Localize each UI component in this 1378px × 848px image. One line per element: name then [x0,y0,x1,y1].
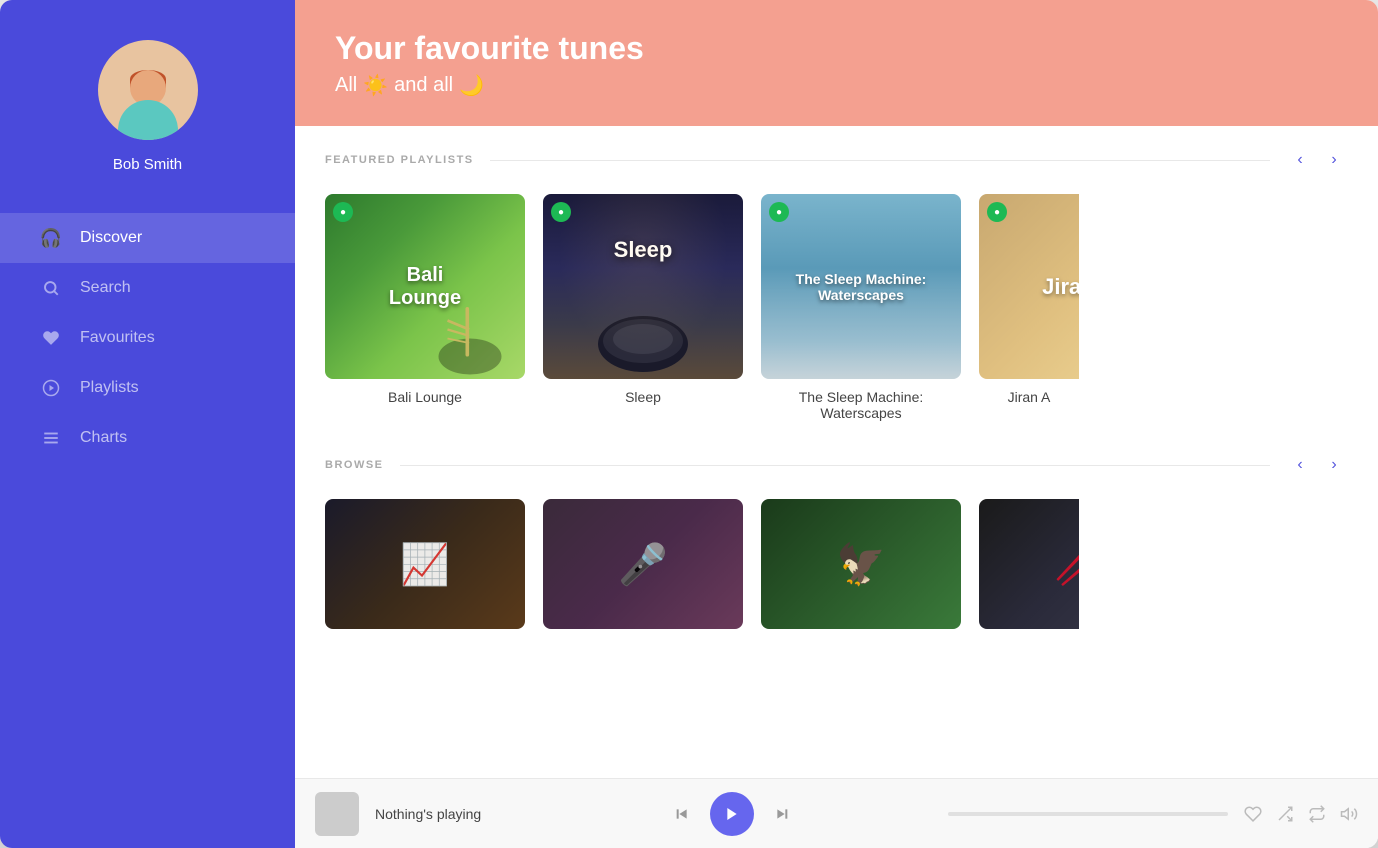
player-controls [531,792,932,836]
browse-prev-button[interactable]: ‹ [1286,451,1314,479]
featured-divider [490,160,1270,161]
avatar [98,40,198,140]
card-image-trending: 📈 [325,499,525,629]
play-circle-icon [40,377,62,399]
volume-button[interactable] [1340,805,1358,823]
player-bar: Nothing's playing [295,778,1378,848]
card-title-sleep: Sleep [543,389,743,405]
card-nature[interactable]: 🦅 [761,499,961,639]
like-button[interactable] [1244,805,1262,823]
spotify-badge-sleep: ● [551,202,571,222]
avatar-body [118,100,178,140]
featured-next-button[interactable]: › [1320,146,1348,174]
card-image-sleep: ● Sleep [543,194,743,379]
sidebar-item-playlists[interactable]: Playlists [0,363,295,413]
spotify-badge-bali: ● [333,202,353,222]
repeat-button[interactable] [1308,805,1326,823]
featured-playlists-section: FEATURED PLAYLISTS ‹ › ● [325,146,1348,421]
scroll-area[interactable]: FEATURED PLAYLISTS ‹ › ● [295,126,1378,778]
prev-track-button[interactable] [668,800,696,828]
sidebar-item-search[interactable]: Search [0,263,295,313]
card-image-jiran: ● Jiran A [979,194,1079,379]
card-image-waterscapes: ● The Sleep Machine:Waterscapes [761,194,961,379]
player-track-label: Nothing's playing [375,806,515,822]
play-pause-button[interactable] [710,792,754,836]
spotify-badge-jiran: ● [987,202,1007,222]
card-image-nature: 🦅 [761,499,961,629]
banner-title: Your favourite tunes [335,30,1338,67]
shuffle-button[interactable] [1276,805,1294,823]
featured-cards-row: ● Bali Lounge B [325,194,1348,421]
featured-nav-arrows: ‹ › [1286,146,1348,174]
subtitle-mid: and all [394,74,453,97]
browse-section: BROWSE ‹ › 📈 [325,451,1348,639]
banner-subtitle: All ☀️ and all 🌙 [335,73,1338,98]
search-icon [40,277,62,299]
card-image-pop: 🎤 [543,499,743,629]
card-waterscapes[interactable]: ● The Sleep Machine:Waterscapes The Slee… [761,194,961,421]
sidebar-label-playlists: Playlists [80,379,139,397]
browse-section-title: BROWSE [325,459,384,471]
card-trending[interactable]: 📈 [325,499,525,639]
card-title-waterscapes: The Sleep Machine: Waterscapes [761,389,961,421]
card-title-jiran: Jiran A [979,389,1079,405]
moon-icon: 🌙 [459,73,484,98]
card-image-bali-lounge: ● Bali Lounge [325,194,525,379]
trending-icon: 📈 [400,541,450,588]
browse-section-header: BROWSE ‹ › [325,451,1348,479]
sidebar-item-discover[interactable]: 🎧 Discover [0,213,295,263]
card-image-ambient: 🥢 [979,499,1079,629]
headphones-icon: 🎧 [40,227,62,249]
sun-icon: ☀️ [363,73,388,98]
nav-menu: 🎧 Discover Search Favourites [0,213,295,463]
user-name: Bob Smith [113,156,182,173]
progress-bar[interactable] [948,812,1228,816]
featured-prev-button[interactable]: ‹ [1286,146,1314,174]
sidebar-item-favourites[interactable]: Favourites [0,313,295,363]
subtitle-pre: All [335,74,357,97]
sidebar-label-charts: Charts [80,429,127,447]
sidebar-item-charts[interactable]: Charts [0,413,295,463]
next-track-button[interactable] [768,800,796,828]
browse-title-row: BROWSE [325,459,1270,471]
sidebar: Bob Smith 🎧 Discover Search [0,0,295,848]
featured-section-header: FEATURED PLAYLISTS ‹ › [325,146,1348,174]
sidebar-label-discover: Discover [80,229,142,247]
card-title-bali-lounge: Bali Lounge [325,389,525,405]
card-jiran[interactable]: ● Jiran A Jiran A [979,194,1079,421]
card-bali-lounge[interactable]: ● Bali Lounge B [325,194,525,421]
featured-title-row: FEATURED PLAYLISTS [325,154,1270,166]
ambient-icon: 🥢 [1054,541,1079,588]
player-actions [1244,805,1358,823]
browse-divider [400,465,1271,466]
pop-icon: 🎤 [618,541,668,588]
nature-icon: 🦅 [836,541,886,588]
menu-icon [40,427,62,449]
avatar-figure [118,65,178,140]
spotify-badge-waterscapes: ● [769,202,789,222]
browse-next-button[interactable]: › [1320,451,1348,479]
browse-cards-row: 📈 🎤 [325,499,1348,639]
heart-icon [40,327,62,349]
app-window: Bob Smith 🎧 Discover Search [0,0,1378,848]
header-banner: Your favourite tunes All ☀️ and all 🌙 [295,0,1378,126]
sidebar-label-search: Search [80,279,131,297]
sidebar-label-favourites: Favourites [80,329,155,347]
main-content: Your favourite tunes All ☀️ and all 🌙 FE… [295,0,1378,848]
featured-section-title: FEATURED PLAYLISTS [325,154,474,166]
player-thumbnail [315,792,359,836]
card-ambient[interactable]: 🥢 [979,499,1079,639]
card-pop[interactable]: 🎤 [543,499,743,639]
card-sleep[interactable]: ● Sleep Sleep [543,194,743,421]
browse-nav-arrows: ‹ › [1286,451,1348,479]
